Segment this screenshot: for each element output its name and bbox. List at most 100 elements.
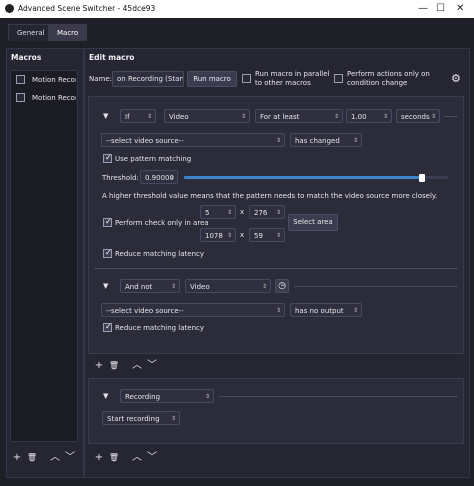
- chevron-updown-icon: ⇕: [261, 283, 267, 290]
- reduce-latency-checkbox[interactable]: [103, 248, 112, 258]
- reduce-latency-label: Reduce matching latency: [115, 250, 205, 258]
- threshold-input[interactable]: 0.90000 ⇕: [140, 170, 178, 184]
- times-sign: x: [240, 208, 245, 216]
- duration-compare-select[interactable]: For at least ⇕: [255, 109, 343, 123]
- video-check-value: has no output: [295, 307, 344, 315]
- reduce-latency-checkbox[interactable]: [103, 322, 112, 332]
- area-height-input[interactable]: 59 ⇕: [249, 228, 285, 242]
- collapse-condition-icon[interactable]: ▼: [103, 112, 108, 120]
- spinner-icon: ⇕: [275, 232, 281, 239]
- tab-macro[interactable]: Macro: [48, 24, 88, 41]
- tab-bar: General Macro: [0, 18, 474, 44]
- run-macro-button[interactable]: Run macro: [187, 71, 237, 87]
- move-condition-down-button[interactable]: ﹀: [145, 359, 159, 373]
- condition-type-value: Video: [190, 283, 210, 291]
- video-check-select[interactable]: has no output ⇕: [290, 303, 362, 317]
- pattern-matching-checkbox[interactable]: [103, 153, 112, 163]
- run-parallel-checkbox[interactable]: [242, 74, 251, 83]
- action-type-select[interactable]: Recording ⇕: [120, 389, 214, 403]
- video-source-select[interactable]: --select video source-- ⇕: [101, 303, 285, 317]
- window-title: Advanced Scene Switcher - 45dce93: [18, 4, 156, 13]
- recording-action-value: Start recording: [107, 415, 160, 423]
- chevron-updown-icon: ⇕: [430, 113, 436, 120]
- move-action-down-button[interactable]: ﹀: [145, 451, 159, 465]
- condition-type-select[interactable]: Video ⇕: [185, 279, 271, 293]
- chevron-updown-icon: ⇕: [204, 393, 210, 400]
- action-type-value: Recording: [125, 393, 161, 401]
- chevron-updown-icon: ⇕: [146, 113, 152, 120]
- video-source-value: --select video source--: [106, 137, 184, 145]
- times-sign: x: [240, 231, 245, 239]
- macro-enable-checkbox[interactable]: [16, 75, 25, 84]
- condition-type-select[interactable]: Video ⇕: [164, 109, 250, 123]
- remove-condition-button[interactable]: 🗑: [107, 359, 121, 373]
- chevron-updown-icon: ⇕: [170, 283, 176, 290]
- chevron-updown-icon: ⇕: [275, 307, 281, 314]
- threshold-hint: A higher threshold value means that the …: [102, 192, 438, 200]
- duration-unit-value: seconds: [401, 113, 430, 121]
- area-y-value: 276: [254, 209, 268, 217]
- minimize-icon[interactable]: —: [418, 3, 428, 14]
- threshold-label: Threshold:: [102, 174, 139, 182]
- macro-list-item[interactable]: Motion Recor: [12, 90, 76, 106]
- spinner-icon: ⇕: [275, 209, 281, 216]
- gear-icon[interactable]: ⚙: [451, 72, 461, 85]
- move-condition-up-button[interactable]: ︿: [130, 359, 144, 373]
- select-area-button[interactable]: Select area: [288, 214, 338, 231]
- maximize-icon[interactable]: ☐: [436, 3, 445, 14]
- macro-name-input[interactable]: on Recording (Start): [112, 71, 184, 87]
- macros-header: Macros: [11, 53, 42, 62]
- perform-on-change-checkbox[interactable]: [334, 74, 343, 83]
- spinner-icon: ⇕: [168, 174, 174, 181]
- chevron-updown-icon: ⇕: [352, 137, 358, 144]
- macro-list-item[interactable]: Motion Recor: [12, 72, 76, 88]
- area-height-value: 59: [254, 232, 263, 240]
- area-x-input[interactable]: 5 ⇕: [200, 205, 236, 219]
- add-action-button[interactable]: +: [92, 451, 106, 465]
- duration-unit-select[interactable]: seconds ⇕: [396, 109, 440, 123]
- remove-macro-button[interactable]: 🗑: [25, 451, 39, 465]
- spinner-icon: ⇕: [226, 209, 232, 216]
- reduce-latency-label: Reduce matching latency: [115, 324, 205, 332]
- condition-type-value: Video: [169, 113, 189, 121]
- slider-handle[interactable]: [418, 174, 425, 182]
- area-width-input[interactable]: 1078 ⇕: [200, 228, 236, 242]
- area-y-input[interactable]: 276 ⇕: [249, 205, 285, 219]
- add-macro-button[interactable]: +: [10, 451, 24, 465]
- slider-fill: [184, 176, 422, 179]
- recording-action-select[interactable]: Start recording ⇕: [102, 411, 180, 425]
- app-icon: [5, 4, 14, 13]
- move-macro-down-button[interactable]: ﹀: [63, 451, 77, 465]
- macro-list: [10, 70, 78, 442]
- move-action-up-button[interactable]: ︿: [130, 451, 144, 465]
- check-area-checkbox[interactable]: [103, 217, 112, 227]
- perform-on-change-label: Perform actions only on condition change: [347, 70, 430, 87]
- condition-logic-select[interactable]: If ⇕: [120, 109, 156, 123]
- video-source-select[interactable]: --select video source-- ⇕: [101, 133, 285, 147]
- divider: [219, 396, 458, 397]
- condition-logic-select[interactable]: And not ⇕: [120, 279, 180, 293]
- collapse-action-icon[interactable]: ▼: [103, 392, 108, 400]
- chevron-updown-icon: ⇕: [333, 113, 339, 120]
- add-condition-button[interactable]: +: [92, 359, 106, 373]
- divider: [294, 286, 458, 287]
- spinner-icon: ⇕: [226, 232, 232, 239]
- duration-compare-value: For at least: [260, 113, 300, 121]
- tab-general[interactable]: General: [8, 24, 54, 41]
- duration-value: 1.00: [351, 113, 367, 121]
- clock-icon[interactable]: ◷: [275, 279, 289, 293]
- macro-name: Motion Recor: [32, 94, 76, 102]
- video-check-value: has changed: [295, 137, 340, 145]
- video-check-select[interactable]: has changed ⇕: [290, 133, 362, 147]
- threshold-slider[interactable]: [184, 174, 448, 182]
- divider: [444, 116, 458, 117]
- video-source-value: --select video source--: [106, 307, 184, 315]
- area-x-value: 5: [205, 209, 210, 217]
- move-macro-up-button[interactable]: ︿: [48, 451, 62, 465]
- run-parallel-label: Run macro in parallel to other macros: [255, 70, 330, 87]
- close-icon[interactable]: ✕: [456, 3, 464, 14]
- macro-enable-checkbox[interactable]: [16, 93, 25, 102]
- collapse-condition-icon[interactable]: ▼: [103, 282, 108, 290]
- duration-input[interactable]: 1.00 ⇕: [346, 109, 392, 123]
- remove-action-button[interactable]: 🗑: [107, 451, 121, 465]
